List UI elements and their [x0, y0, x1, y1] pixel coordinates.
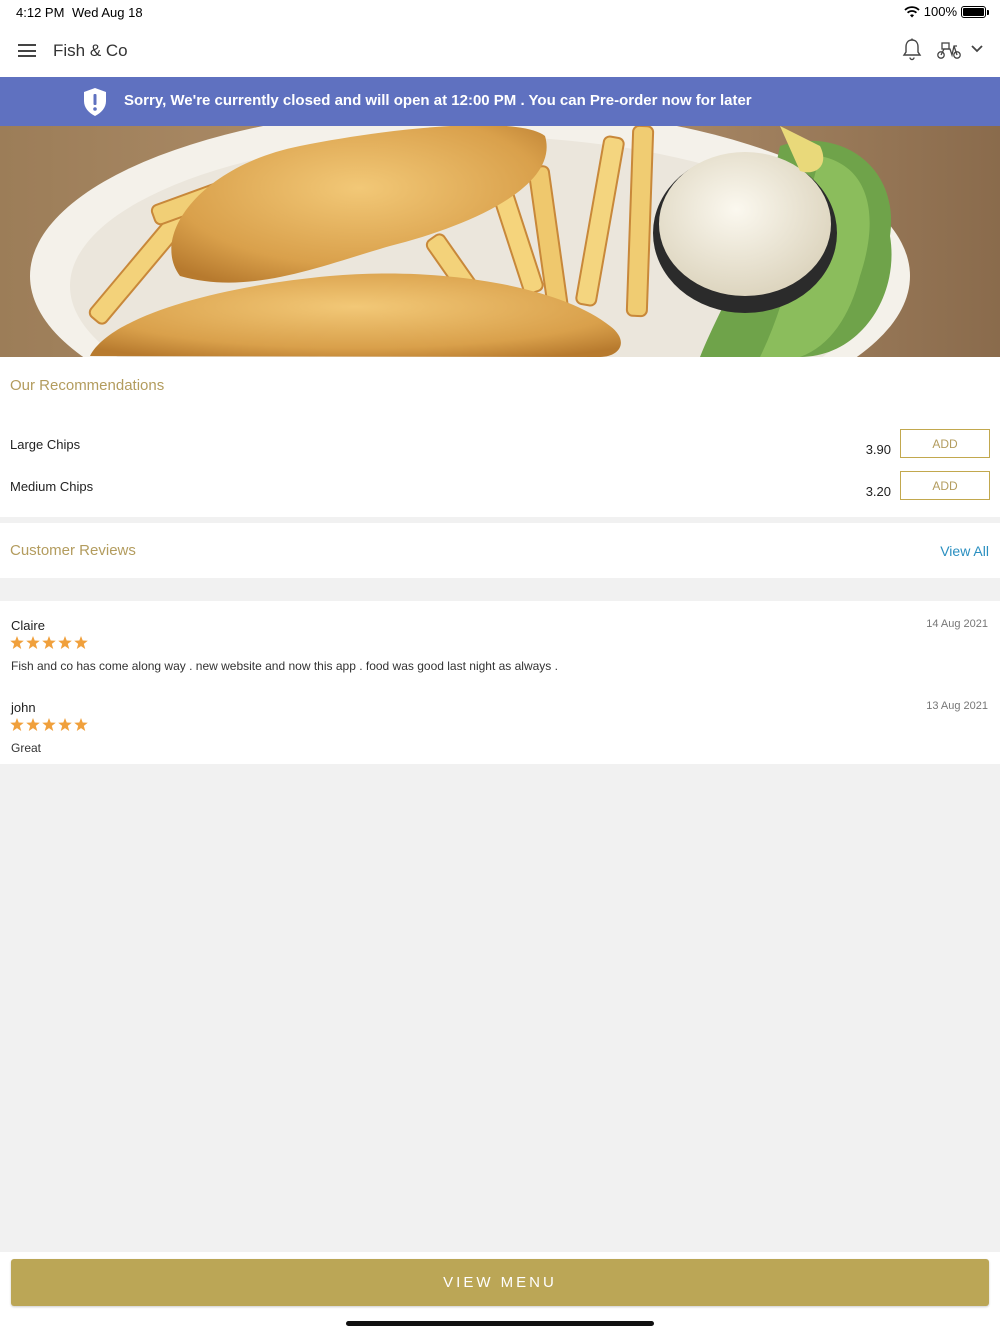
menu-icon[interactable]	[18, 44, 36, 57]
star-icon	[74, 718, 88, 731]
item-name: Medium Chips	[10, 479, 94, 494]
bottom-bar: VIEW MENU	[0, 1252, 1000, 1334]
review-date: 14 Aug 2021	[926, 618, 988, 630]
status-date: Wed Aug 18	[72, 5, 143, 20]
star-rating	[10, 636, 88, 649]
status-time: 4:12 PM	[16, 5, 65, 20]
list-item: Large Chips 3.90 ADD	[0, 429, 1000, 479]
recommendations-section: Our Recommendations Large Chips 3.90 ADD…	[0, 357, 1000, 517]
home-indicator[interactable]	[346, 1321, 654, 1326]
reviews-title: Customer Reviews	[10, 542, 136, 559]
review-date: 13 Aug 2021	[926, 700, 988, 712]
battery-icon	[961, 5, 989, 18]
app-header: Fish & Co	[0, 24, 1000, 77]
review-author: john	[11, 700, 36, 715]
star-icon	[26, 636, 40, 649]
star-icon	[10, 636, 24, 649]
closed-message: Sorry, We're currently closed and will o…	[124, 92, 752, 109]
star-icon	[10, 718, 24, 731]
review-author: Claire	[11, 618, 45, 633]
review-item: Claire 14 Aug 2021 Fish and co has come …	[0, 607, 1000, 677]
item-price: 3.20	[865, 484, 891, 499]
item-name: Large Chips	[10, 437, 81, 452]
item-price: 3.90	[865, 442, 891, 457]
review-text: Fish and co has come along way . new web…	[11, 659, 558, 673]
wifi-icon	[904, 5, 920, 17]
chevron-down-icon[interactable]	[970, 44, 984, 54]
review-item: john 13 Aug 2021 Great	[0, 689, 1000, 759]
status-right: 100%	[904, 4, 989, 19]
app-title: Fish & Co	[53, 41, 128, 60]
status-bar: 4:12 PM Wed Aug 18 100%	[0, 0, 1000, 24]
add-button[interactable]: ADD	[900, 471, 990, 500]
hero-food-image	[0, 126, 1000, 357]
reviews-list: Claire 14 Aug 2021 Fish and co has come …	[0, 601, 1000, 764]
battery-percent: 100%	[923, 4, 957, 19]
star-icon	[58, 636, 72, 649]
star-icon	[42, 636, 56, 649]
list-item: Medium Chips 3.20 ADD	[0, 471, 1000, 521]
reviews-header: Customer Reviews View All	[0, 523, 1000, 578]
recommendations-title: Our Recommendations	[10, 377, 165, 394]
star-icon	[42, 718, 56, 731]
star-rating	[10, 718, 88, 731]
closed-banner: Sorry, We're currently closed and will o…	[0, 77, 1000, 126]
star-icon	[26, 718, 40, 731]
star-icon	[74, 636, 88, 649]
view-all-link[interactable]: View All	[940, 543, 989, 559]
bell-icon[interactable]	[902, 38, 922, 62]
scooter-icon[interactable]	[936, 40, 962, 60]
review-text: Great	[11, 741, 42, 755]
view-menu-button[interactable]: VIEW MENU	[11, 1259, 989, 1306]
add-button[interactable]: ADD	[900, 429, 990, 458]
star-icon	[58, 718, 72, 731]
shield-alert-icon	[84, 88, 106, 116]
